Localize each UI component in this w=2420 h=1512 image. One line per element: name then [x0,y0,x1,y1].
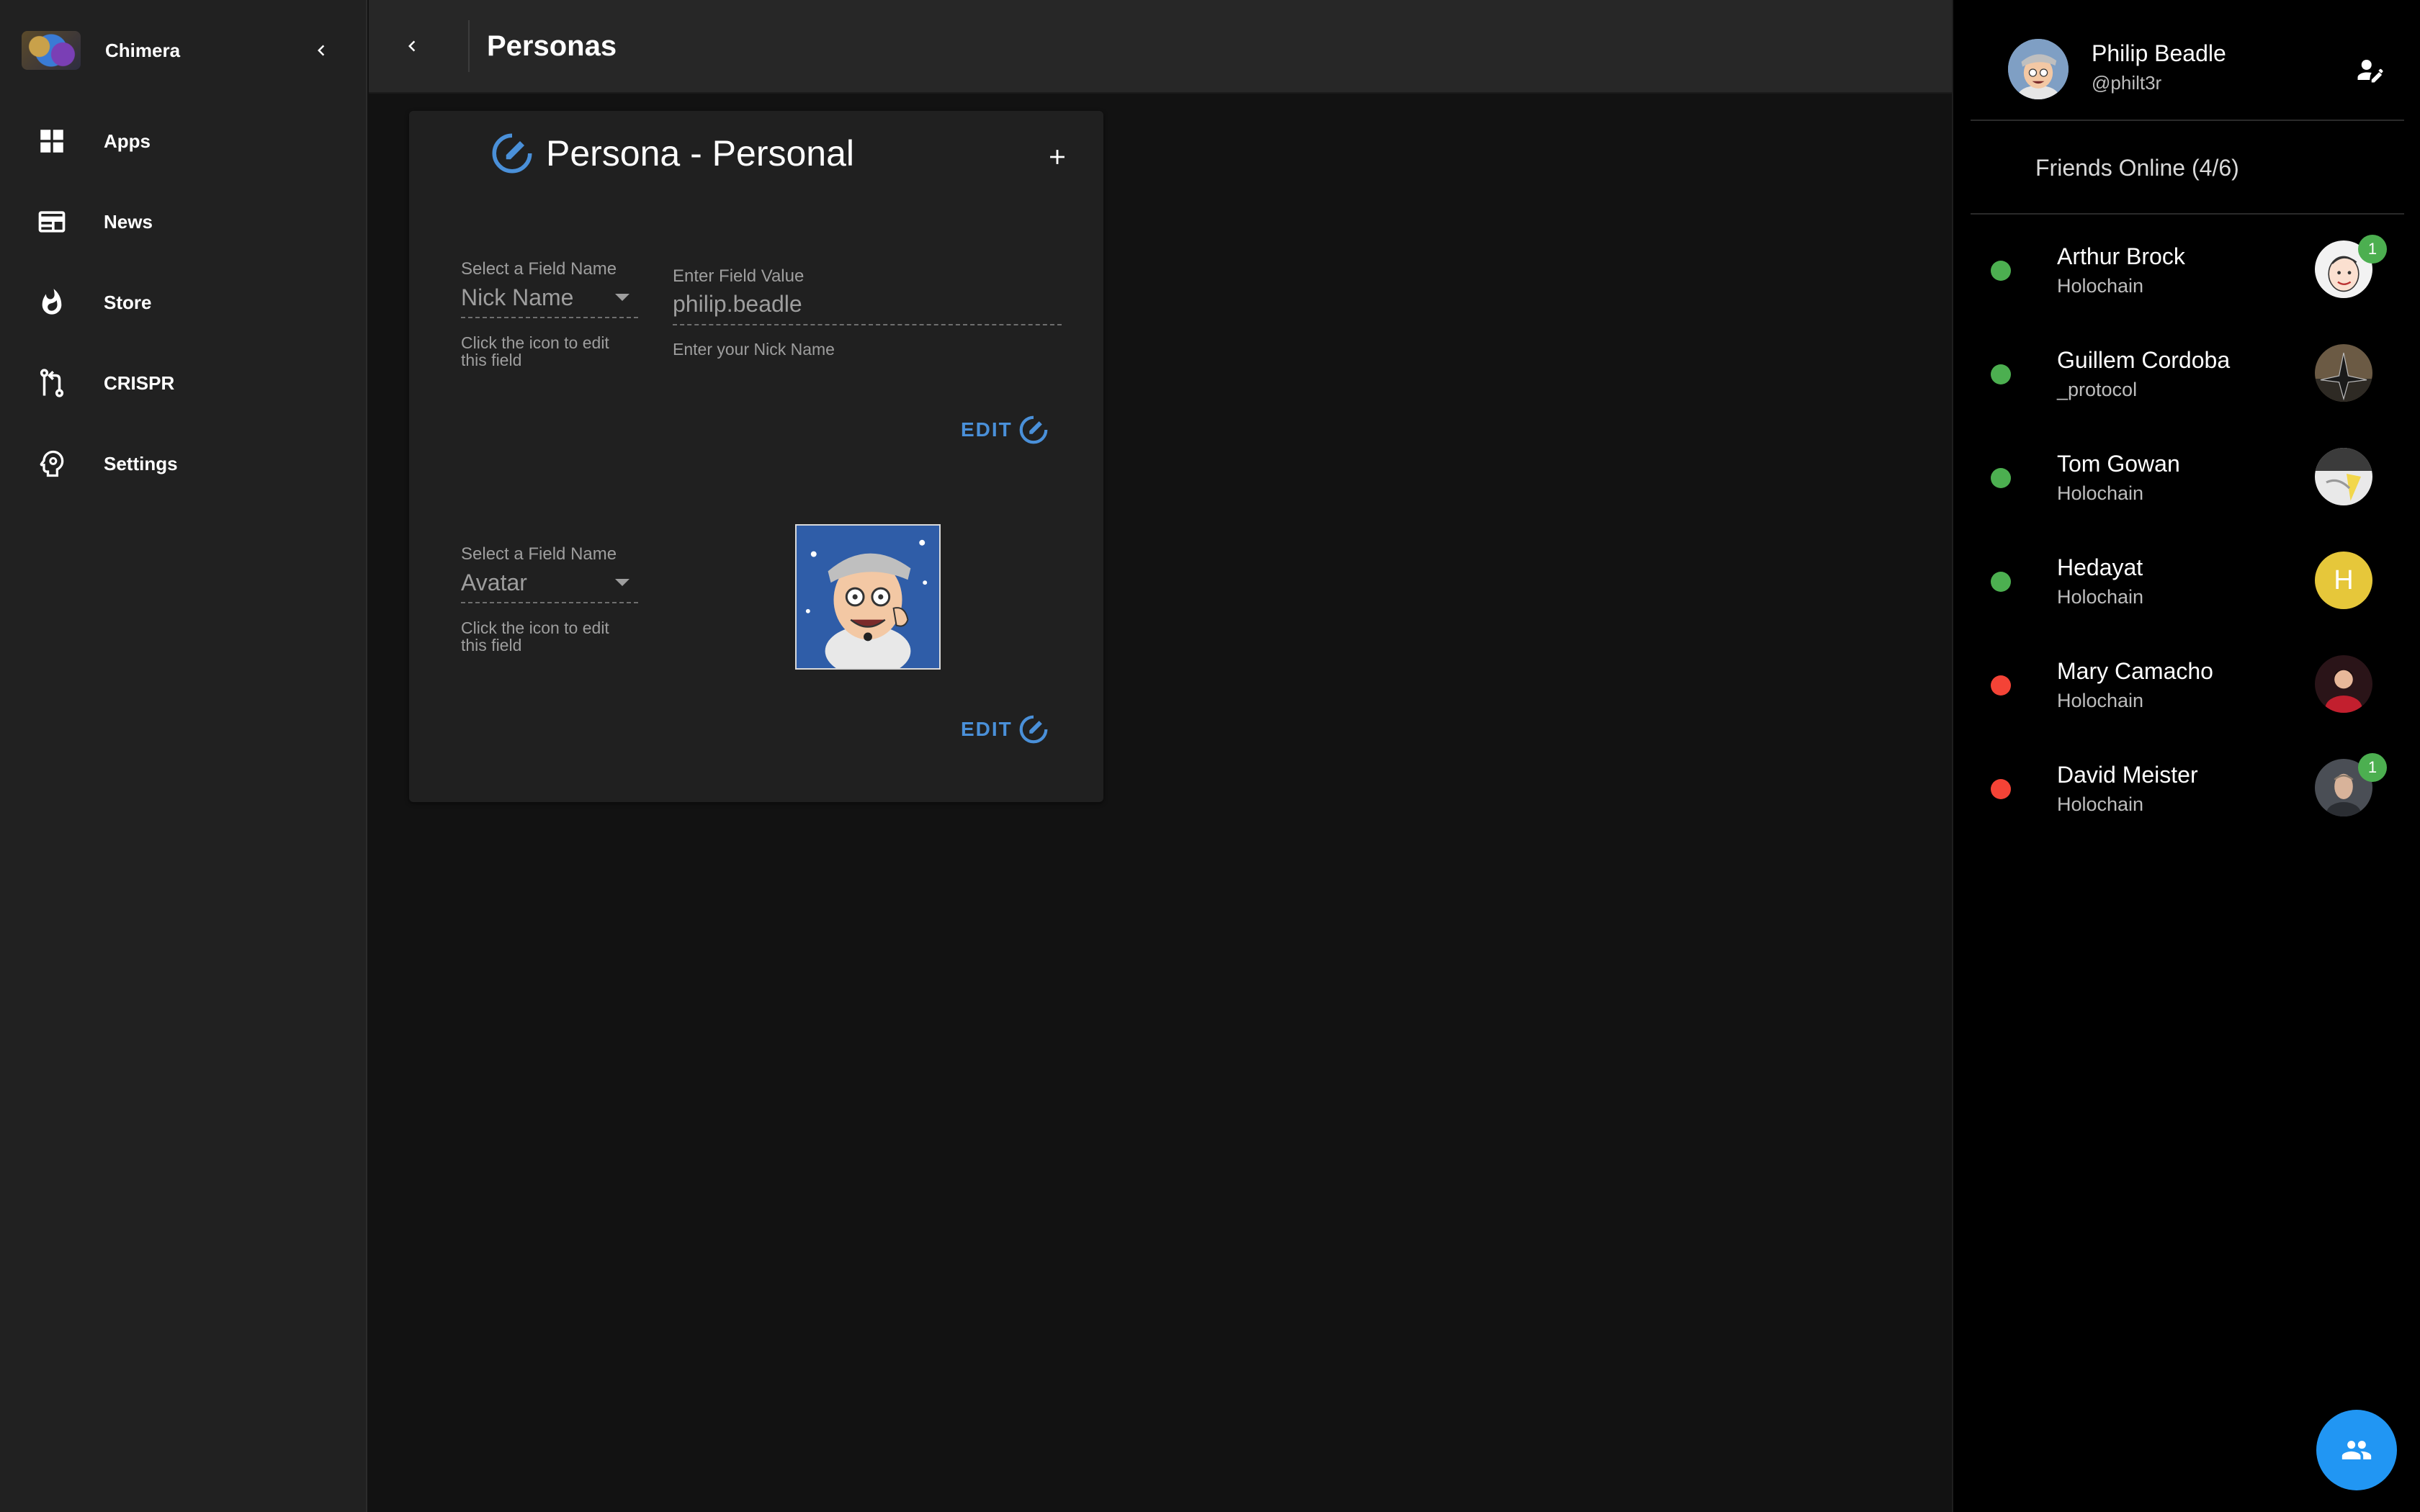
chevron-left-icon [318,45,325,56]
profile-avatar-image [2008,39,2069,99]
avatar[interactable] [2008,39,2069,99]
chimera-logo [22,31,81,70]
nav-item-store[interactable]: Store [0,262,366,343]
edit-profile-button[interactable] [2352,52,2388,88]
online-status-dot [1991,572,2011,592]
nav-label: Apps [104,130,151,152]
nav-drawer: Chimera Apps News Store CRISPR Settings [0,0,367,1512]
edit-nickname-button[interactable]: EDIT [961,413,1050,446]
friend-item-arthur-brock[interactable]: Arthur Brock Holochain 1 [1971,216,2404,320]
cartoon-avatar-image [797,526,939,668]
unread-badge: 1 [2358,235,2387,264]
nav-label: Settings [104,452,178,474]
friend-item-david-meister[interactable]: David Meister Holochain 1 [1971,734,2404,838]
edit-circle-icon [492,133,532,174]
nav-item-apps[interactable]: Apps [0,101,366,181]
edit-circle-icon [1019,715,1048,744]
persona-card: Persona - Personal Select a Field Name N… [409,111,1103,802]
friend-org: _protocol [2057,379,2138,400]
friend-item-mary-camacho[interactable]: Mary Camacho Holochain [1971,631,2404,734]
field-name-label: Select a Field Name [461,544,617,564]
people-icon [2341,1441,2372,1459]
page-title: Personas [487,30,617,62]
plus-icon [1050,150,1065,164]
profile-header: Philip Beadle @philt3r [1971,0,2404,121]
profile-name: Philip Beadle [2092,40,2226,66]
edit-label: EDIT [961,718,1013,740]
avatar-initial: H [2334,564,2354,595]
friends-online-header: Friends Online (4/6) [1971,122,2404,215]
nav-label: CRISPR [104,372,175,394]
divider [468,20,470,72]
offline-status-dot [1991,779,2011,799]
friend-name: Mary Camacho [2057,658,2213,684]
online-status-dot [1991,261,2011,281]
friend-org: Holochain [2057,586,2144,608]
avatar [2315,448,2372,505]
flame-icon [36,287,68,318]
friend-name: Guillem Cordoba [2057,347,2231,373]
field-name-select[interactable]: Avatar [461,563,638,603]
avatar [2315,655,2372,713]
friend-org: Holochain [2057,275,2144,297]
merge-icon [36,367,68,399]
field-name-label: Select a Field Name [461,259,617,279]
online-status-dot [1991,468,2011,488]
field-value-helper: Enter your Nick Name [673,340,835,359]
friend-name: Tom Gowan [2057,451,2180,477]
friend-org: Holochain [2057,793,2144,815]
dropdown-arrow-icon [615,579,629,586]
friend-org: Holochain [2057,690,2144,711]
unread-badge: 1 [2358,753,2387,782]
friends-fab-button[interactable] [2316,1410,2397,1490]
nav-item-crispr[interactable]: CRISPR [0,343,366,423]
head-gear-icon [36,448,68,480]
edit-avatar-button[interactable]: EDIT [961,713,1050,746]
grid-icon [36,125,68,157]
field-helper-text: Click the icon to edit this field [461,618,609,654]
field-name-select[interactable]: Nick Name [461,278,638,318]
nav-label: News [104,210,153,233]
card-header: Persona - Personal [488,130,854,177]
friend-name: David Meister [2057,762,2198,788]
card-title: Persona - Personal [546,133,855,174]
nav-label: Store [104,291,152,313]
nav-item-news[interactable]: News [0,181,366,262]
friends-panel: Philip Beadle @philt3r Friends Online (4… [1952,0,2420,1512]
collapse-drawer-button[interactable] [307,36,336,65]
field-value-input[interactable]: philip.beadle [673,284,1062,325]
add-field-button[interactable] [1036,135,1079,179]
person-edit-icon [2357,60,2383,83]
select-value: Nick Name [461,284,574,310]
avatar-image[interactable] [795,524,941,670]
friend-item-tom-gowan[interactable]: Tom Gowan Holochain [1971,423,2404,527]
friend-item-guillem-cordoba[interactable]: Guillem Cordoba _protocol [1971,320,2404,423]
newspaper-icon [36,206,68,238]
edit-label: EDIT [961,418,1013,441]
field-helper-text: Click the icon to edit this field [461,333,609,369]
nav-item-settings[interactable]: Settings [0,423,366,504]
friend-org: Holochain [2057,482,2144,504]
profile-handle: @philt3r [2092,72,2162,94]
friend-name: Hedayat [2057,554,2143,580]
drawer-header: Chimera [0,0,366,101]
dropdown-arrow-icon [615,294,629,301]
chevron-left-icon [408,40,416,52]
offline-status-dot [1991,675,2011,696]
avatar [2315,344,2372,402]
back-button[interactable] [376,10,448,82]
app-name: Chimera [105,39,181,61]
friend-name: Arthur Brock [2057,243,2185,269]
top-app-bar: Personas [369,0,1953,94]
select-value: Avatar [461,569,527,595]
friend-item-hedayat[interactable]: Hedayat Holochain H [1971,527,2404,631]
online-status-dot [1991,364,2011,384]
avatar: H [2315,552,2372,609]
edit-circle-icon [1019,415,1048,444]
